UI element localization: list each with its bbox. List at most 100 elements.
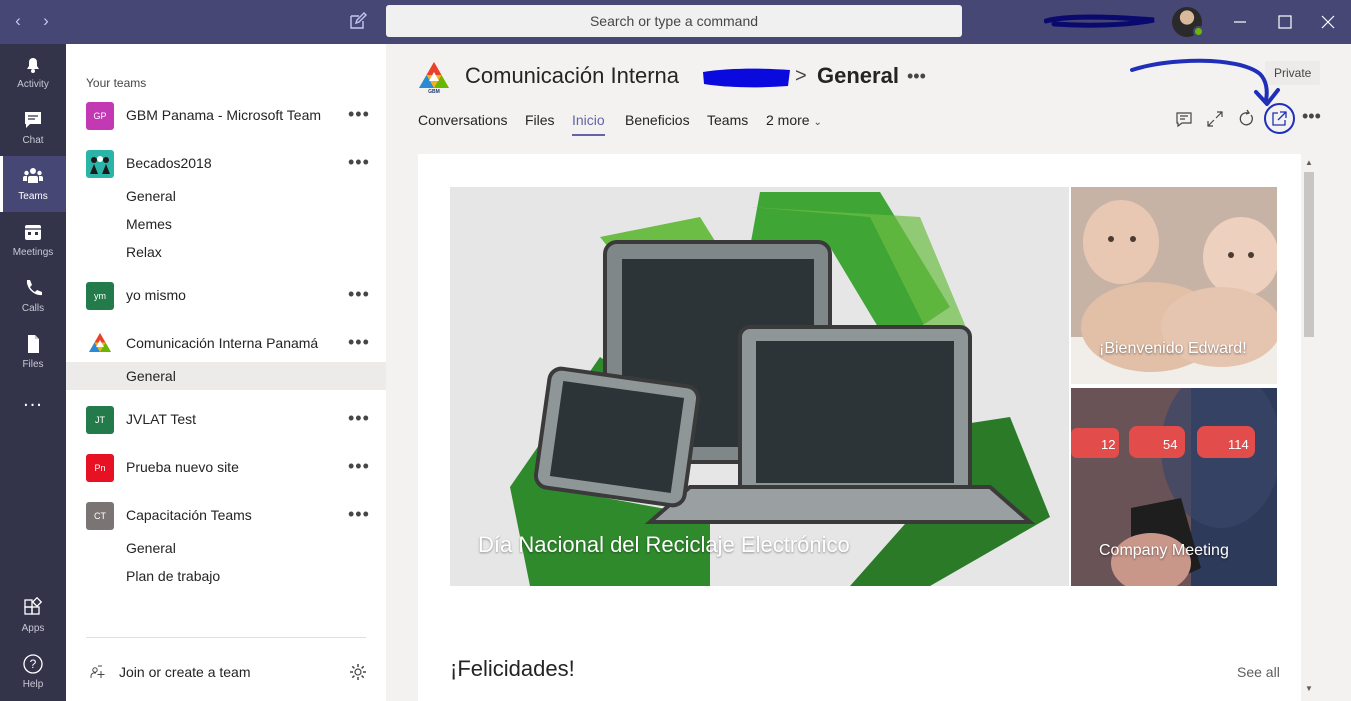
search-input[interactable]: Search or type a command	[386, 5, 962, 37]
join-label: Join or create a team	[119, 664, 251, 680]
team-avatar: GP	[86, 102, 114, 130]
hero-news-main[interactable]: Día Nacional del Reciclaje Electrónico	[450, 187, 1069, 586]
apps-icon	[24, 597, 43, 615]
team-picture-icon	[90, 156, 110, 174]
breadcrumb-separator: >	[795, 65, 807, 87]
chevron-down-icon: ⌄	[813, 117, 822, 128]
reload-icon[interactable]	[1235, 108, 1257, 130]
phone-icon	[26, 280, 42, 296]
gear-icon[interactable]	[348, 662, 368, 682]
back-arrow-icon[interactable]: ‹	[8, 11, 28, 31]
team-item[interactable]: Pn Prueba nuevo site •••	[66, 452, 386, 484]
team-more-icon[interactable]: •••	[348, 284, 370, 304]
channel-item[interactable]: General	[66, 182, 386, 210]
team-more-icon[interactable]: •••	[348, 456, 370, 476]
tab-conversations[interactable]: Conversations	[418, 112, 508, 136]
team-name: Comunicación Interna Panamá	[126, 335, 319, 351]
gbm-logo-icon: GBM	[419, 62, 449, 94]
team-more-icon[interactable]: •••	[348, 504, 370, 524]
rail-label: Teams	[18, 191, 48, 202]
conversation-icon[interactable]	[1173, 108, 1195, 130]
tab-beneficios[interactable]: Beneficios	[625, 112, 690, 136]
team-more-icon[interactable]: •••	[348, 408, 370, 428]
team-name: GBM Panama - Microsoft Team	[126, 107, 322, 123]
rail-activity[interactable]: Activity	[0, 44, 66, 100]
forward-arrow-icon[interactable]: ›	[36, 11, 56, 31]
rail-chat[interactable]: Chat	[0, 100, 66, 156]
team-name: yo mismo	[126, 287, 186, 303]
scroll-down-icon[interactable]: ▼	[1301, 682, 1317, 696]
tab-more[interactable]: 2 more ⌄	[766, 112, 822, 136]
team-name: JVLAT Test	[126, 411, 197, 427]
rail-more-apps[interactable]: ...	[0, 384, 66, 424]
team-item[interactable]: ym yo mismo •••	[66, 280, 386, 312]
team-item[interactable]: GP GBM Panama - Microsoft Team •••	[66, 100, 386, 132]
title-bar: ‹ › Search or type a command	[0, 0, 1351, 44]
channel-item[interactable]: General	[66, 534, 386, 562]
svg-text:GBM: GBM	[428, 89, 440, 94]
see-all-link[interactable]: See all	[1237, 664, 1280, 680]
rail-meetings[interactable]: Meetings	[0, 212, 66, 268]
rail-help[interactable]: ? Help	[0, 644, 66, 700]
channel-item[interactable]: Relax	[66, 238, 386, 266]
file-icon	[28, 335, 39, 353]
team-avatar	[86, 330, 114, 358]
team-item[interactable]: CT Capacitación Teams •••	[66, 500, 386, 532]
tab-files[interactable]: Files	[525, 112, 555, 136]
rail-calls[interactable]: Calls	[0, 268, 66, 324]
scroll-up-icon[interactable]: ▲	[1301, 156, 1317, 170]
redaction-mark	[1044, 14, 1155, 28]
channel-more-icon[interactable]: •••	[907, 66, 926, 87]
svg-text:?: ?	[30, 657, 37, 671]
channel-name: Plan de trabajo	[126, 568, 221, 584]
rail-files[interactable]: Files	[0, 324, 66, 380]
rail-label: Files	[22, 359, 44, 370]
teams-icon	[23, 168, 43, 183]
scrollbar[interactable]: ▲ ▼	[1301, 154, 1317, 701]
channel-name: General	[126, 188, 176, 204]
team-more-icon[interactable]: •••	[348, 152, 370, 172]
team-more-icon[interactable]: •••	[348, 104, 370, 124]
team-name: Becados2018	[126, 155, 212, 171]
rail-label: Help	[22, 679, 44, 690]
rail-label: Calls	[21, 303, 45, 314]
news-tile-meeting[interactable]: 12 54 114 Company Meeting	[1071, 388, 1277, 586]
minimize-icon[interactable]	[1228, 10, 1252, 34]
notification-count: 54	[1163, 437, 1177, 452]
rail-teams[interactable]: Teams	[0, 156, 66, 212]
tab-teams[interactable]: Teams	[707, 112, 748, 136]
status-available-icon	[1193, 26, 1204, 37]
compose-icon[interactable]	[348, 11, 368, 31]
chat-icon	[25, 112, 41, 128]
team-item[interactable]: JT JVLAT Test •••	[66, 404, 386, 436]
bell-icon	[27, 58, 39, 73]
channel-name: General	[126, 368, 176, 384]
expand-icon[interactable]	[1204, 108, 1226, 130]
redaction-mark	[703, 68, 790, 88]
tab-inicio[interactable]: Inicio	[572, 112, 605, 136]
close-icon[interactable]	[1316, 10, 1340, 34]
gbm-logo-icon	[89, 333, 111, 352]
team-more-icon[interactable]: •••	[348, 332, 370, 352]
rail-apps[interactable]: Apps	[0, 588, 66, 644]
join-create-team-button[interactable]: Join or create a team	[66, 654, 386, 690]
scroll-thumb[interactable]	[1304, 172, 1314, 337]
more-options-icon[interactable]: •••	[1302, 106, 1321, 130]
channel-name: General	[126, 540, 176, 556]
news-tile-welcome[interactable]: ¡Bienvenido Edward!	[1071, 187, 1277, 384]
channel-item[interactable]: Memes	[66, 210, 386, 238]
team-avatar: JT	[86, 406, 114, 434]
maximize-icon[interactable]	[1273, 10, 1297, 34]
team-name: Prueba nuevo site	[126, 459, 239, 475]
rail-label: Activity	[17, 79, 49, 90]
channel-item[interactable]: Plan de trabajo	[66, 562, 386, 590]
team-item[interactable]: Comunicación Interna Panamá •••	[66, 328, 386, 360]
rail-label: Chat	[22, 135, 44, 146]
team-item[interactable]: Becados2018 •••	[66, 148, 386, 180]
your-teams-header: Your teams	[86, 76, 147, 90]
channel-name: Memes	[126, 216, 172, 232]
popout-icon[interactable]	[1268, 108, 1290, 130]
channel-item-active[interactable]: General	[66, 362, 386, 390]
calendar-icon	[25, 225, 41, 240]
help-icon: ?	[23, 654, 43, 674]
